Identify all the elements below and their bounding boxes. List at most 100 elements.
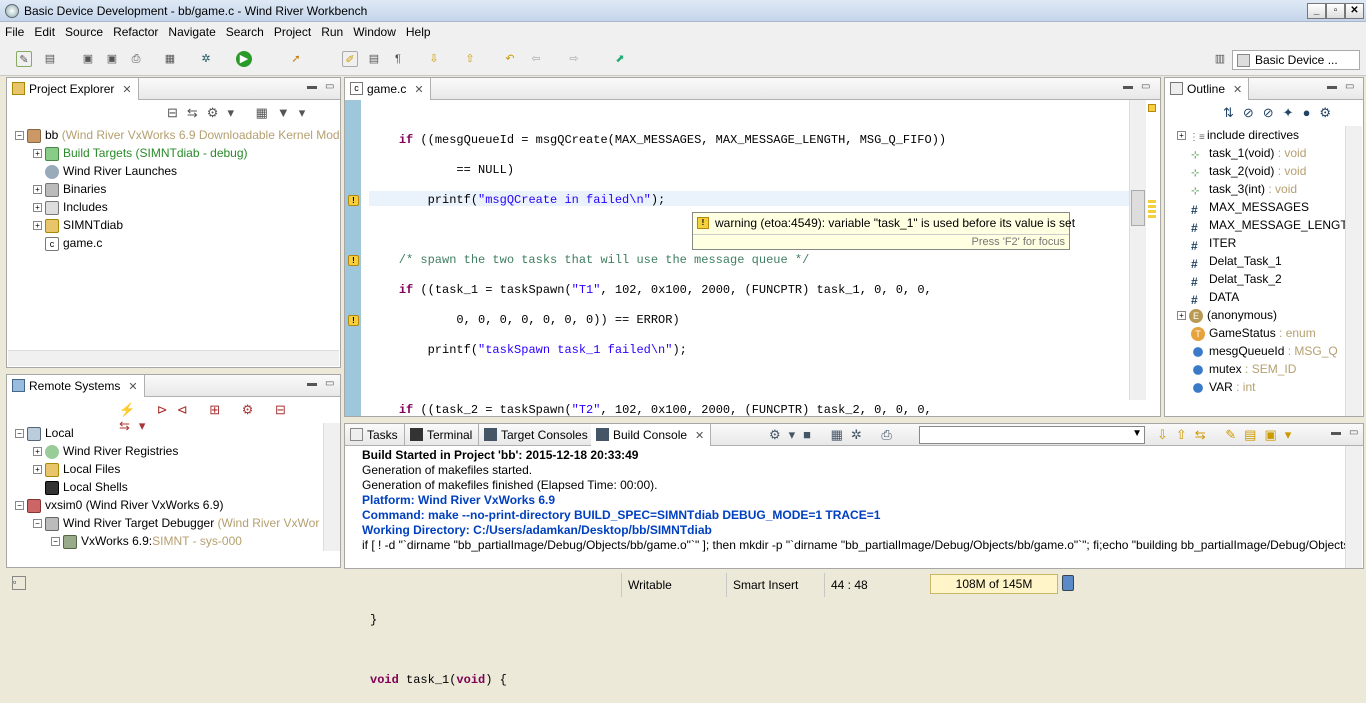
print-icon[interactable]: ⎙ bbox=[128, 51, 144, 67]
maximize-icon[interactable]: ▭ bbox=[325, 81, 334, 92]
outline-item[interactable]: ⊹ task_2(void) : void bbox=[1177, 162, 1348, 180]
minimize-icon[interactable]: ▬ bbox=[307, 378, 317, 389]
fast-view-icon[interactable]: ▫ bbox=[12, 576, 26, 590]
outline-item[interactable]: mesgQueueId : MSG_Q bbox=[1177, 342, 1348, 360]
paragraph-icon[interactable]: ¶ bbox=[390, 51, 406, 67]
open-perspective-icon[interactable]: ▥ bbox=[1212, 51, 1228, 67]
prev-annotation-icon[interactable]: ⇧ bbox=[462, 51, 478, 67]
outline-scrollbar[interactable] bbox=[1345, 126, 1362, 416]
minimize-icon[interactable]: ▬ bbox=[307, 81, 317, 92]
outline-item[interactable]: ⊹ task_3(int) : void bbox=[1177, 180, 1348, 198]
heap-status[interactable]: 108M of 145M bbox=[930, 574, 1058, 594]
close-icon[interactable]: ✕ bbox=[414, 84, 423, 96]
tree-item[interactable]: − Local bbox=[15, 424, 319, 442]
tab-build-console[interactable]: Build Console ✕ bbox=[591, 424, 712, 446]
overview-marker[interactable] bbox=[1148, 104, 1156, 112]
maximize-icon[interactable]: ▭ bbox=[325, 378, 334, 389]
new-project-icon[interactable]: ✎ bbox=[16, 51, 32, 67]
menu-source[interactable]: Source bbox=[60, 22, 108, 42]
menu-project[interactable]: Project bbox=[269, 22, 316, 42]
warning-icon[interactable]: ! bbox=[348, 195, 359, 206]
tree-item[interactable]: + SIMNTdiab bbox=[15, 216, 340, 234]
tree-item[interactable]: − VxWorks 6.9:SIMNT - sys-000 bbox=[15, 532, 319, 550]
minimize-icon[interactable]: ▬ bbox=[1123, 81, 1133, 92]
minimize-icon[interactable]: ▬ bbox=[1331, 427, 1341, 438]
minimize-button[interactable]: _ bbox=[1307, 3, 1326, 19]
tab-terminal[interactable]: Terminal bbox=[405, 424, 480, 446]
outline-item[interactable]: # ITER bbox=[1177, 234, 1348, 253]
tree-item[interactable]: + Wind River Registries bbox=[15, 442, 319, 460]
close-button[interactable]: ✕ bbox=[1345, 3, 1364, 19]
tree-item[interactable]: − vxsim0 (Wind River VxWorks 6.9) bbox=[15, 496, 319, 514]
outline-item[interactable]: VAR : int bbox=[1177, 378, 1348, 396]
console-scrollbar[interactable] bbox=[1345, 446, 1362, 568]
vertical-scrollbar[interactable] bbox=[323, 423, 340, 551]
tab-remote-systems[interactable]: Remote Systems ✕ bbox=[7, 375, 145, 397]
outline-item[interactable]: + ⋮≡ include directives bbox=[1177, 126, 1348, 144]
maximize-icon[interactable]: ▭ bbox=[1345, 81, 1354, 92]
warning-icon[interactable]: ! bbox=[348, 255, 359, 266]
close-icon[interactable]: ✕ bbox=[1233, 84, 1242, 96]
save-icon[interactable]: ▣ bbox=[80, 51, 96, 67]
tree-item[interactable]: Local Shells bbox=[15, 478, 319, 496]
toggle-mark-icon[interactable]: ✐ bbox=[342, 51, 358, 67]
outline-item[interactable]: # MAX_MESSAGE_LENGT bbox=[1177, 216, 1348, 235]
outline-item[interactable]: T GameStatus : enum bbox=[1177, 324, 1348, 342]
menu-file[interactable]: File bbox=[0, 22, 29, 42]
close-icon[interactable]: ✕ bbox=[128, 381, 137, 393]
tab-game-c[interactable]: c game.c ✕ bbox=[345, 78, 431, 100]
last-edit-icon[interactable]: ↶ bbox=[502, 51, 518, 67]
outline-item[interactable]: # Delat_Task_2 bbox=[1177, 270, 1348, 289]
back-icon[interactable]: ⇦ bbox=[528, 51, 544, 67]
scrollbar-thumb[interactable] bbox=[1131, 190, 1145, 226]
perspective-switcher[interactable]: Basic Device ... bbox=[1232, 50, 1360, 70]
tab-outline[interactable]: Outline ✕ bbox=[1165, 78, 1250, 100]
tab-project-explorer[interactable]: Project Explorer ✕ bbox=[7, 78, 139, 100]
forward-icon[interactable]: ⇨ bbox=[566, 51, 582, 67]
debug-icon[interactable]: ✲ bbox=[198, 51, 214, 67]
outline-item[interactable]: # Delat_Task_1 bbox=[1177, 252, 1348, 271]
maximize-icon[interactable]: ▭ bbox=[1349, 427, 1358, 438]
menu-window[interactable]: Window bbox=[348, 22, 401, 42]
build-icon[interactable]: ▦ bbox=[162, 51, 178, 67]
build-console-output[interactable]: Build Started in Project 'bb': 2015-12-1… bbox=[362, 448, 1347, 553]
tree-item[interactable]: Wind River Launches bbox=[15, 162, 340, 180]
external-tools-icon[interactable]: ➚ bbox=[288, 51, 304, 67]
console-selector[interactable]: ▼ bbox=[919, 426, 1145, 444]
warning-icon[interactable]: ! bbox=[348, 315, 359, 326]
console-toolbar-right[interactable]: ⇩⇧⇆ ✎▤▣▾ bbox=[1157, 427, 1299, 443]
console-toolbar-left[interactable]: ⚙▾■ ▦✲ ⎙ bbox=[769, 427, 900, 443]
menu-search[interactable]: Search bbox=[221, 22, 269, 42]
close-icon[interactable]: ✕ bbox=[695, 430, 704, 442]
tree-item[interactable]: − bb (Wind River VxWorks 6.9 Downloadable… bbox=[15, 126, 340, 144]
horizontal-scrollbar[interactable] bbox=[8, 350, 339, 366]
outline-item[interactable]: # DATA bbox=[1177, 288, 1348, 307]
menu-run[interactable]: Run bbox=[316, 22, 348, 42]
menu-help[interactable]: Help bbox=[401, 22, 436, 42]
tree-item[interactable]: + Binaries bbox=[15, 180, 340, 198]
tree-item[interactable]: + Local Files bbox=[15, 460, 319, 478]
tree-item[interactable]: − Wind River Target Debugger (Wind River … bbox=[15, 514, 319, 532]
menu-refactor[interactable]: Refactor bbox=[108, 22, 163, 42]
outline-item[interactable]: ⊹ task_1(void) : void bbox=[1177, 144, 1348, 162]
code-editor[interactable]: if ((mesgQueueId = msgQCreate(MAX_MESSAG… bbox=[370, 118, 946, 703]
maximize-icon[interactable]: ▭ bbox=[1141, 81, 1150, 92]
close-icon[interactable]: ✕ bbox=[122, 84, 131, 96]
maximize-button[interactable]: ▫ bbox=[1326, 3, 1345, 19]
tree-item[interactable]: c game.c bbox=[15, 234, 340, 252]
run-icon[interactable]: ▶ bbox=[236, 51, 252, 67]
minimize-icon[interactable]: ▬ bbox=[1327, 81, 1337, 92]
show-whitespace-icon[interactable]: ▤ bbox=[366, 51, 382, 67]
menu-navigate[interactable]: Navigate bbox=[163, 22, 220, 42]
tree-item[interactable]: + Includes bbox=[15, 198, 340, 216]
explorer-toolbar[interactable]: ⊟⇆⚙▾ ▦▼▾ bbox=[167, 105, 314, 121]
next-annotation-icon[interactable]: ⇩ bbox=[426, 51, 442, 67]
outline-item[interactable]: mutex : SEM_ID bbox=[1177, 360, 1348, 378]
save-all-icon[interactable]: ▣ bbox=[104, 51, 120, 67]
outline-toolbar[interactable]: ⇅⊘⊘✦●⚙ bbox=[1223, 105, 1340, 121]
editor-vertical-scrollbar[interactable] bbox=[1129, 100, 1146, 400]
overview-warnings[interactable] bbox=[1148, 200, 1156, 220]
tab-tasks[interactable]: Tasks bbox=[345, 424, 405, 446]
menu-edit[interactable]: Edit bbox=[29, 22, 60, 42]
pin-icon[interactable]: ⬈ bbox=[612, 51, 628, 67]
